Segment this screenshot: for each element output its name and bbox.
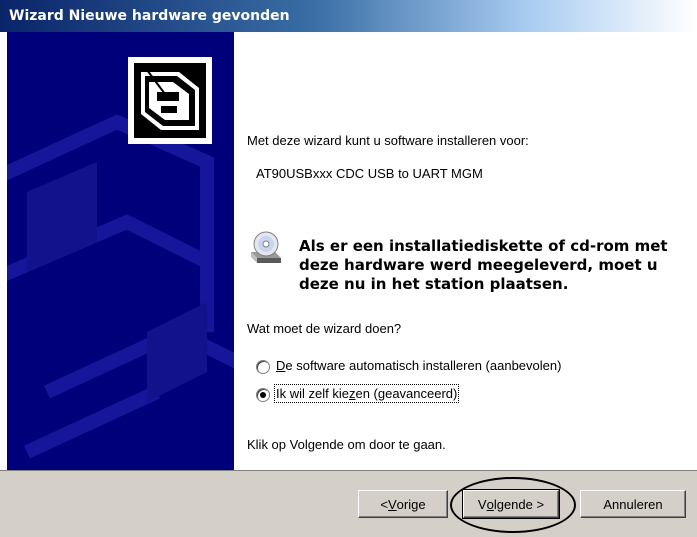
button-bar: < Vorige Vo lgende > Annuleren bbox=[0, 470, 697, 537]
cd-hint-line-2: deze hardware werd meegeleverd, moet u bbox=[299, 256, 658, 274]
radio-selected-dot bbox=[260, 392, 266, 398]
question-text: Wat moet de wizard doen? bbox=[247, 321, 402, 336]
device-name: AT90USBxxx CDC USB to UART MGM bbox=[256, 166, 483, 181]
title-bar[interactable]: Wizard Nieuwe hardware gevonden bbox=[0, 0, 697, 32]
back-button[interactable]: < Vorige bbox=[358, 490, 448, 518]
cd-hint-line-1: Als er een installatiediskette of cd-rom… bbox=[299, 237, 668, 255]
cd-drive-icon bbox=[251, 231, 281, 263]
intro-text: Met deze wizard kunt u software installe… bbox=[247, 133, 529, 148]
highlight-ellipse bbox=[450, 477, 576, 533]
wizard-content: Met deze wizard kunt u software installe… bbox=[234, 32, 697, 470]
cd-hint-line-3: deze nu in het station plaatsen. bbox=[299, 275, 569, 293]
option-manual-label[interactable]: Ik wil zelf kiezen (geavanceerd) bbox=[273, 384, 460, 403]
option-automatic-label[interactable]: De software automatisch installeren (aan… bbox=[276, 358, 561, 373]
radio-manual[interactable] bbox=[256, 388, 270, 402]
window-title: Wizard Nieuwe hardware gevonden bbox=[9, 8, 290, 24]
radio-automatic[interactable] bbox=[256, 360, 270, 374]
continue-hint: Klik op Volgende om door te gaan. bbox=[247, 437, 446, 452]
wizard-side-panel bbox=[7, 32, 234, 470]
wizard-side-art bbox=[7, 57, 234, 459]
cd-hint: Als er een installatiediskette of cd-rom… bbox=[299, 237, 668, 294]
cancel-button[interactable]: Annuleren bbox=[580, 490, 686, 518]
hardware-box-icon bbox=[128, 57, 212, 144]
